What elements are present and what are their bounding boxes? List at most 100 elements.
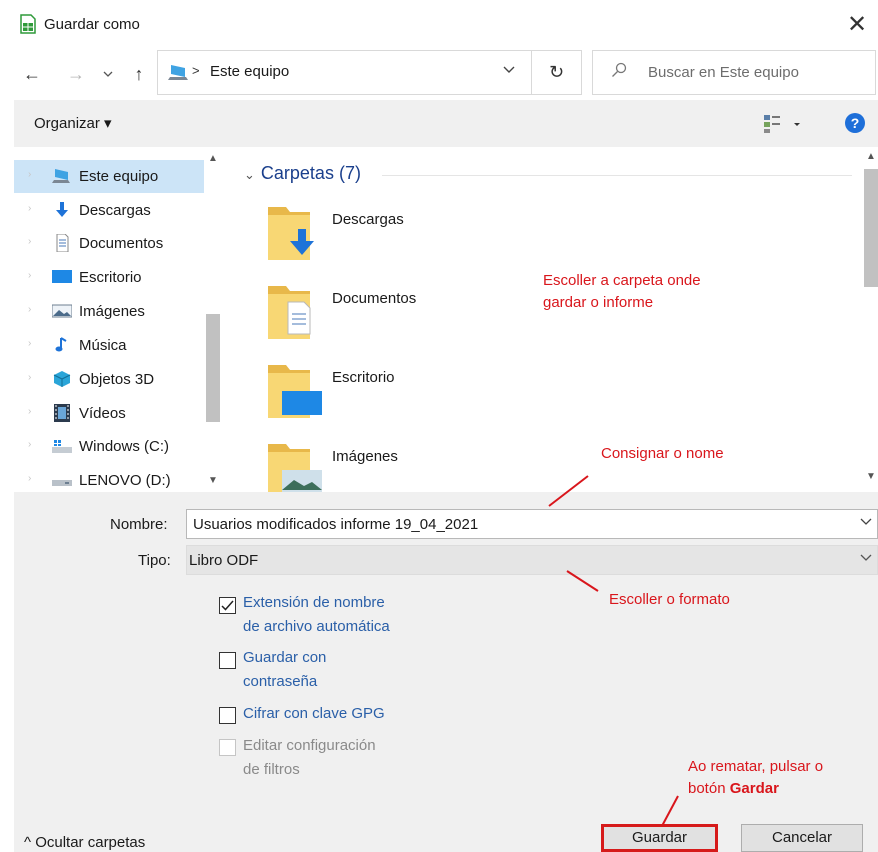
sidebar-item-label: Windows (C:) bbox=[79, 438, 170, 455]
content-pane: ⌄ Carpetas (7) Descargas Documentos Escri… bbox=[232, 147, 878, 492]
up-arrow-icon[interactable]: ↑ bbox=[126, 60, 152, 88]
chevron-right-icon[interactable]: › bbox=[28, 473, 31, 484]
scroll-down-icon[interactable]: ▼ bbox=[866, 471, 876, 482]
file-type-select[interactable]: Libro ODF bbox=[186, 545, 878, 575]
search-placeholder: Buscar en Este equipo bbox=[648, 64, 799, 81]
annotation-save-line1: Ao rematar, pulsar o bbox=[688, 758, 824, 775]
password-label-line2: contraseña bbox=[243, 673, 318, 690]
navigation-pane: › Este equipo › Descargas › Documentos ›… bbox=[14, 147, 228, 492]
annotation-name: Consignar o nome bbox=[601, 445, 724, 462]
auto-extension-label-line1: Extensión de nombre bbox=[243, 594, 385, 611]
sidebar-item-objetos-3d[interactable]: › Objetos 3D bbox=[14, 363, 204, 396]
file-name-input[interactable] bbox=[186, 509, 878, 539]
sidebar-item-windows-c[interactable]: › Windows (C:) bbox=[14, 430, 204, 463]
auto-extension-checkbox[interactable] bbox=[219, 597, 236, 614]
scroll-up-icon[interactable]: ▲ bbox=[208, 153, 218, 164]
password-checkbox[interactable] bbox=[219, 652, 236, 669]
search-input[interactable]: Buscar en Este equipo bbox=[592, 50, 876, 95]
sidebar-item-documentos[interactable]: › Documentos bbox=[14, 227, 204, 260]
scroll-down-icon[interactable]: ▼ bbox=[208, 475, 218, 486]
chevron-right-icon[interactable]: › bbox=[28, 169, 31, 180]
save-options-panel: Nombre: Tipo: Libro ODF Extensión de nom… bbox=[14, 492, 878, 852]
folder-label-documentos[interactable]: Documentos bbox=[332, 290, 416, 307]
sidebar-item-label: Este equipo bbox=[79, 168, 159, 185]
filter-settings-label-line1: Editar configuración bbox=[243, 737, 376, 754]
sidebar-item-label: Objetos 3D bbox=[79, 371, 155, 388]
annotation-format: Escoller o formato bbox=[609, 591, 730, 608]
sidebar-item-label: Escritorio bbox=[79, 269, 142, 286]
chevron-down-icon[interactable]: ⌄ bbox=[244, 167, 255, 182]
password-label-line1: Guardar con bbox=[243, 649, 327, 666]
sidebar-item-descargas[interactable]: › Descargas bbox=[14, 194, 204, 227]
gpg-encrypt-label[interactable]: Cifrar con clave GPG bbox=[243, 702, 385, 726]
annotation-save-bold: Gardar bbox=[729, 780, 779, 797]
calc-spreadsheet-icon bbox=[20, 14, 36, 34]
gpg-encrypt-checkbox[interactable] bbox=[219, 707, 236, 724]
sidebar-item-videos[interactable]: › Vídeos bbox=[14, 397, 204, 430]
sidebar-item-este-equipo[interactable]: › Este equipo bbox=[14, 160, 204, 193]
organize-button[interactable]: Organizar ▾ bbox=[34, 114, 112, 132]
sidebar-item-escritorio[interactable]: › Escritorio bbox=[14, 261, 204, 294]
sidebar-item-label: Vídeos bbox=[79, 405, 126, 422]
pc-icon bbox=[168, 63, 190, 81]
sidebar-item-imagenes[interactable]: › Imágenes bbox=[14, 295, 204, 328]
chevron-right-icon[interactable]: › bbox=[28, 439, 31, 450]
filter-settings-checkbox bbox=[219, 739, 236, 756]
breadcrumb-este-equipo[interactable]: Este equipo bbox=[210, 63, 289, 80]
close-icon[interactable]: ✕ bbox=[840, 8, 874, 42]
pc-icon bbox=[52, 167, 72, 185]
save-button[interactable]: Guardar bbox=[601, 824, 718, 852]
scroll-up-icon[interactable]: ▲ bbox=[866, 151, 876, 162]
name-label: Nombre: bbox=[110, 516, 168, 533]
breadcrumb-separator: > bbox=[192, 63, 200, 78]
annotation-folder-line2: gardar o informe bbox=[543, 294, 654, 311]
chevron-right-icon[interactable]: › bbox=[28, 203, 31, 214]
password-label[interactable]: Guardar con contraseña bbox=[243, 646, 326, 694]
chevron-right-icon[interactable]: › bbox=[28, 338, 31, 349]
address-bar[interactable]: > Este equipo bbox=[157, 50, 532, 95]
filter-settings-label-line2: de filtros bbox=[243, 761, 300, 778]
video-icon bbox=[52, 404, 72, 422]
search-icon bbox=[611, 62, 627, 83]
folder-label-descargas[interactable]: Descargas bbox=[332, 211, 404, 228]
auto-extension-label-line2: de archivo automática bbox=[243, 618, 390, 635]
download-icon bbox=[52, 201, 72, 219]
sidebar-item-label: Música bbox=[79, 337, 127, 354]
forward-arrow-icon[interactable]: → bbox=[62, 60, 90, 88]
type-dropdown-chevron-icon[interactable] bbox=[860, 552, 872, 565]
music-icon bbox=[52, 336, 72, 354]
hide-folders-toggle[interactable]: ^ Ocultar carpetas bbox=[24, 834, 145, 851]
nav-scrollbar-thumb[interactable] bbox=[206, 314, 220, 422]
folder-label-escritorio[interactable]: Escritorio bbox=[332, 369, 395, 386]
chevron-down-icon[interactable] bbox=[503, 63, 515, 77]
back-arrow-icon[interactable]: ← bbox=[18, 60, 46, 88]
view-options-icon[interactable] bbox=[762, 112, 802, 136]
name-dropdown-chevron-icon[interactable] bbox=[860, 516, 872, 529]
chevron-right-icon[interactable]: › bbox=[28, 304, 31, 315]
type-label: Tipo: bbox=[138, 552, 171, 569]
chevron-right-icon[interactable]: › bbox=[28, 372, 31, 383]
refresh-icon[interactable]: ↻ bbox=[532, 50, 582, 95]
recent-locations-chevron-icon[interactable] bbox=[98, 60, 118, 88]
folder-label-imagenes[interactable]: Imágenes bbox=[332, 448, 398, 465]
group-divider bbox=[382, 175, 852, 176]
chevron-right-icon[interactable]: › bbox=[28, 406, 31, 417]
chevron-right-icon[interactable]: › bbox=[28, 270, 31, 281]
drive-windows-icon bbox=[52, 437, 72, 455]
pictures-icon bbox=[51, 302, 73, 320]
sidebar-item-label: LENOVO (D:) bbox=[79, 472, 171, 489]
drive-icon bbox=[52, 471, 72, 489]
desktop-icon bbox=[52, 268, 72, 286]
help-icon[interactable]: ? bbox=[845, 113, 865, 133]
auto-extension-label[interactable]: Extensión de nombre de archivo automátic… bbox=[243, 591, 390, 639]
sidebar-item-musica[interactable]: › Música bbox=[14, 329, 204, 362]
annotation-folder-line1: Escoller a carpeta onde bbox=[543, 272, 701, 289]
folders-group-header[interactable]: ⌄ Carpetas (7) bbox=[244, 163, 361, 184]
filter-settings-label: Editar configuración de filtros bbox=[243, 734, 376, 782]
window-title: Guardar como bbox=[44, 16, 140, 33]
command-toolbar: Organizar ▾ ? bbox=[14, 100, 878, 147]
chevron-right-icon[interactable]: › bbox=[28, 236, 31, 247]
annotation-save-prefix: botón bbox=[688, 780, 730, 797]
cancel-button[interactable]: Cancelar bbox=[741, 824, 863, 852]
content-scrollbar-thumb[interactable] bbox=[864, 169, 878, 287]
